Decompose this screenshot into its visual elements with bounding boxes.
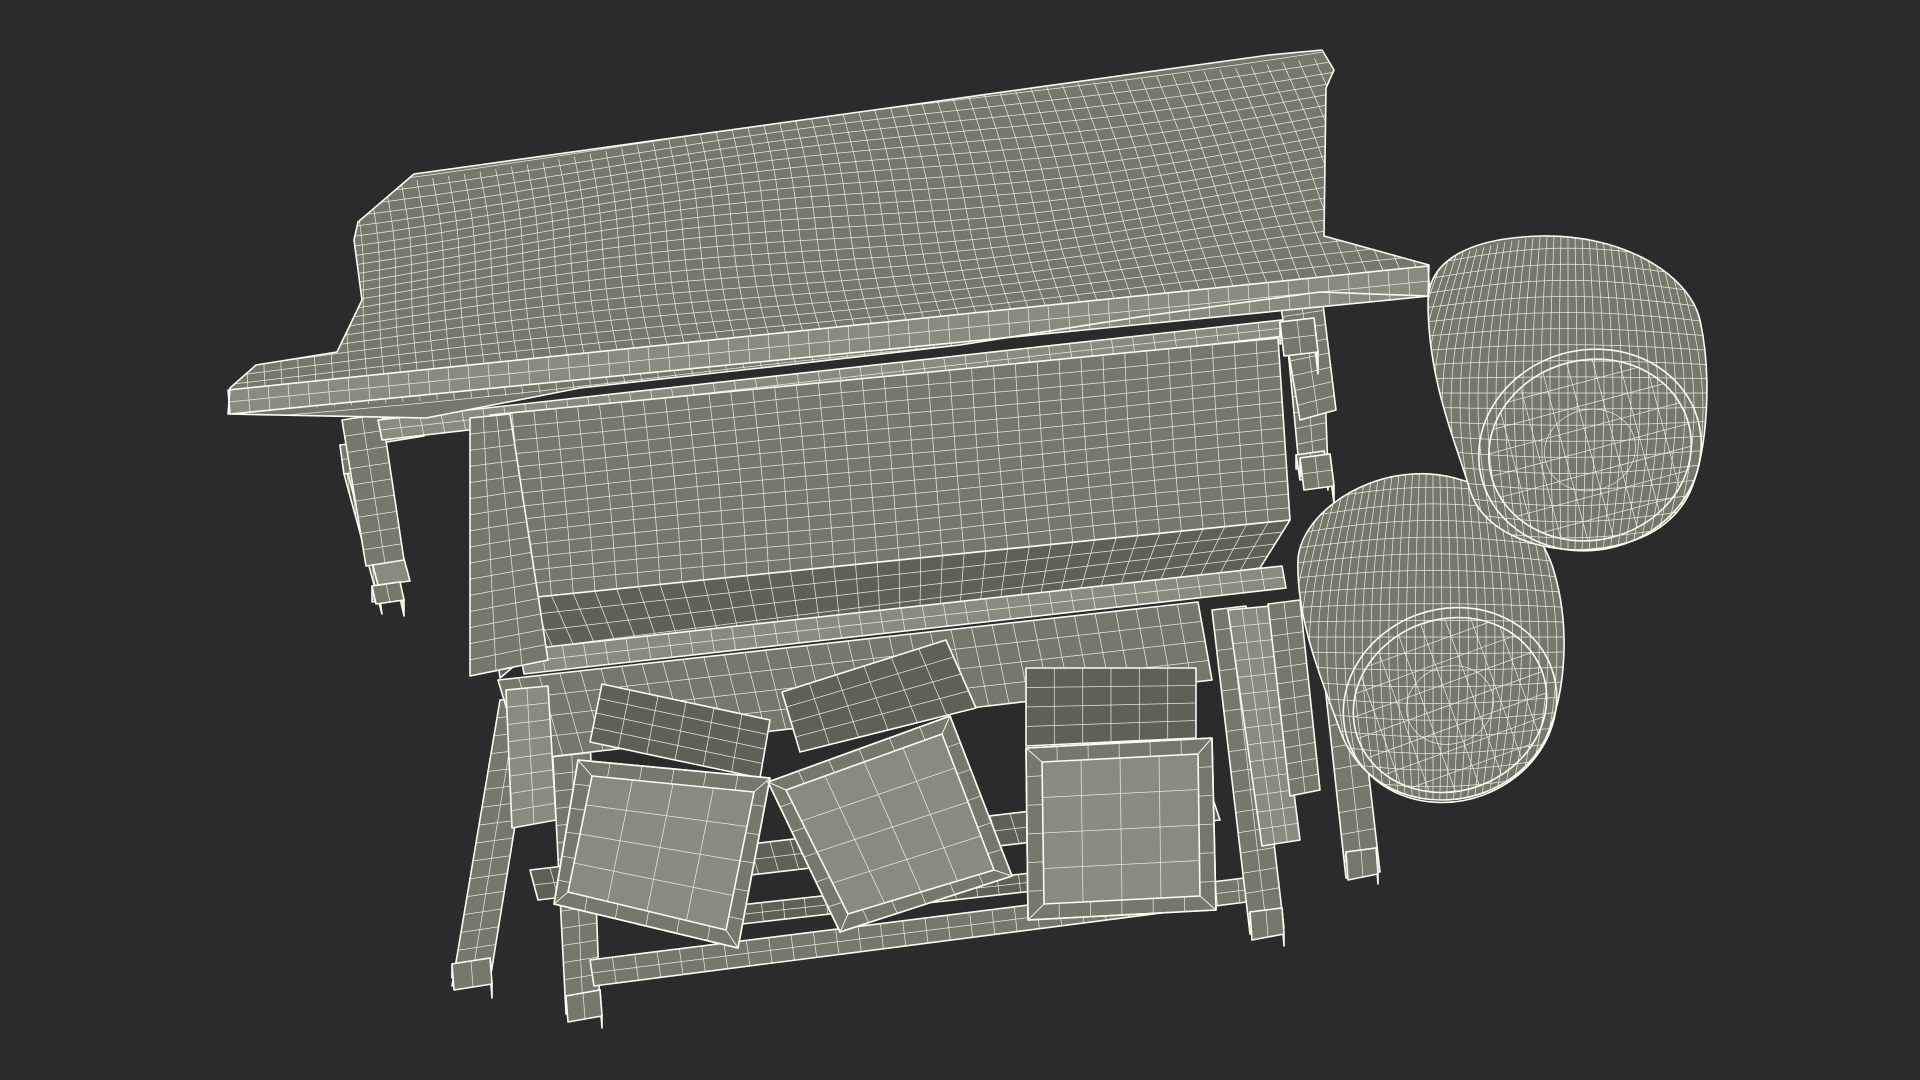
- foot-front-left-2-top: [565, 989, 603, 1023]
- table-left-post: [505, 685, 557, 829]
- foot-front-right: [1249, 907, 1285, 947]
- crate-right-side: [1025, 667, 1197, 747]
- table-right-post-cap-2: [1299, 453, 1335, 505]
- table-right-post-cap-2-top: [1299, 453, 1335, 491]
- wireframe-scene: [227, 49, 1708, 1029]
- foot-back-left: [371, 581, 405, 617]
- foot-rear-right-2-top: [1345, 847, 1379, 881]
- foot-front-left: [451, 957, 493, 999]
- crate-right: [1025, 667, 1217, 921]
- render-viewport: [0, 0, 1920, 1080]
- foot-back-left-top: [371, 581, 405, 605]
- foot-rear-right-2: [1345, 847, 1379, 885]
- foot-front-left-top: [451, 957, 493, 991]
- crate-right-inset: [1041, 753, 1201, 905]
- foot-front-right-top: [1249, 907, 1285, 941]
- foot-front-left-2: [565, 989, 603, 1029]
- table-right-post-cap-top: [1279, 317, 1319, 357]
